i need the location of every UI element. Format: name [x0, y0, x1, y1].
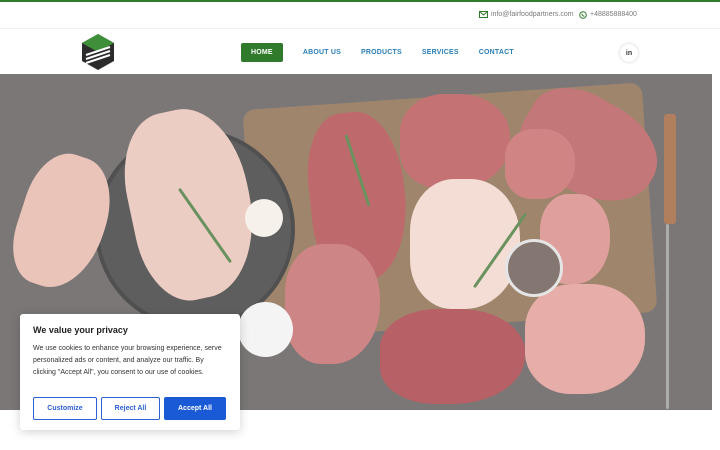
cookie-banner: We value your privacy We use cookies to …: [20, 314, 240, 430]
navbar: HOME ABOUT US PRODUCTS SERVICES CONTACT …: [0, 28, 720, 74]
page: info@fairfoodpartners.com +48885888400 H…: [0, 0, 720, 450]
nav-contact[interactable]: CONTACT: [479, 49, 514, 56]
cookie-title: We value your privacy: [33, 325, 128, 335]
contact-bar: info@fairfoodpartners.com +48885888400: [0, 2, 720, 28]
main-nav: HOME ABOUT US PRODUCTS SERVICES CONTACT: [241, 43, 534, 62]
nav-products[interactable]: PRODUCTS: [361, 49, 402, 56]
email-text: info@fairfoodpartners.com: [491, 11, 574, 18]
hexagon-logo-icon[interactable]: [80, 33, 116, 71]
cookie-buttons: Customize Reject All Accept All: [33, 397, 226, 420]
reject-all-button[interactable]: Reject All: [101, 397, 160, 420]
linkedin-icon[interactable]: in: [620, 44, 638, 62]
nav-about-us[interactable]: ABOUT US: [303, 49, 341, 56]
whatsapp-icon: [578, 10, 587, 19]
cookie-text: We use cookies to enhance your browsing …: [33, 345, 222, 376]
nav-services[interactable]: SERVICES: [422, 49, 459, 56]
phone-link[interactable]: +48885888400: [578, 10, 637, 19]
accept-all-button[interactable]: Accept All: [164, 397, 226, 420]
customize-button[interactable]: Customize: [33, 397, 97, 420]
phone-text: +48885888400: [590, 11, 637, 18]
envelope-icon: [479, 10, 488, 19]
nav-home[interactable]: HOME: [241, 43, 283, 62]
email-link[interactable]: info@fairfoodpartners.com: [479, 10, 574, 19]
